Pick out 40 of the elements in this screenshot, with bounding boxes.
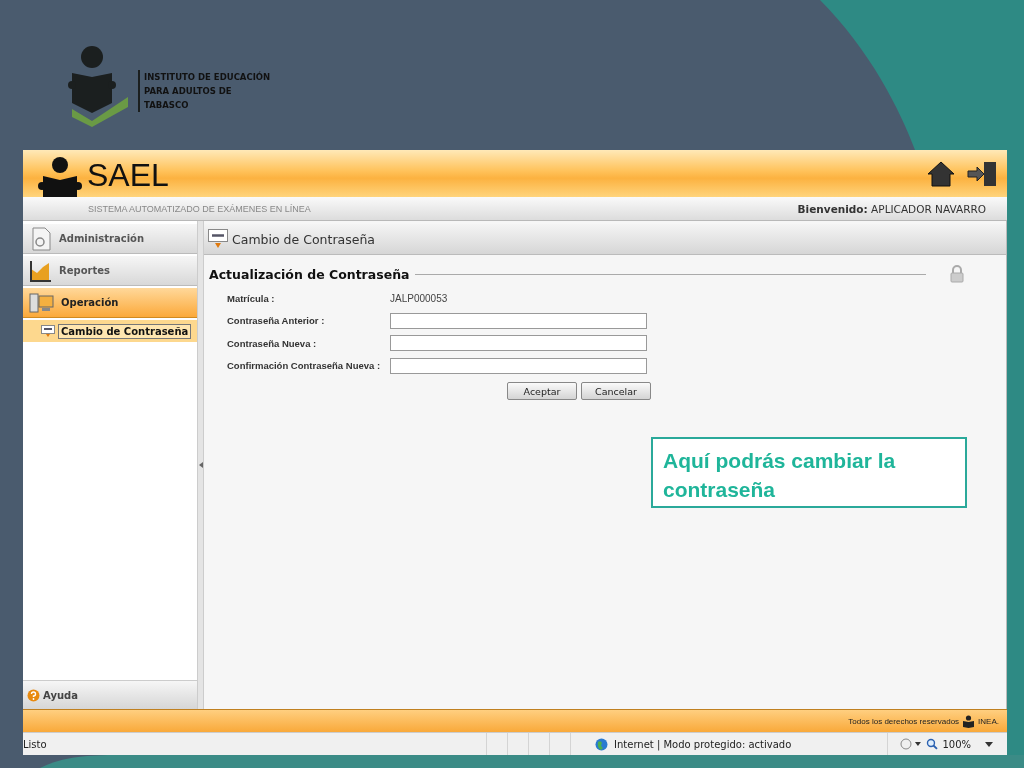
submenu-item[interactable]: Cambio de Contraseña <box>58 323 192 339</box>
computers-icon <box>29 291 55 314</box>
security-zone-text: Internet | Modo protegido: activado <box>614 738 793 750</box>
chart-icon <box>29 258 53 283</box>
password-field[interactable] <box>390 335 647 352</box>
form-button[interactable]: Cancelar <box>581 382 651 400</box>
field-label: Confirmación Contraseña Nueva : <box>227 360 382 372</box>
field-label: Contraseña Anterior : <box>227 315 326 327</box>
callout-note: Aquí podrás cambiar la contraseña <box>651 437 967 508</box>
field-value: JALP000053 <box>390 292 448 304</box>
help-section[interactable]: Ayuda <box>23 680 197 709</box>
lock-icon <box>950 265 964 283</box>
text-tag-icon <box>41 325 55 337</box>
help-icon <box>27 688 40 702</box>
zoom-icon <box>926 738 939 750</box>
app-name: SAEL <box>87 157 169 192</box>
collapse-arrow-icon[interactable] <box>198 462 203 468</box>
page-title: Cambio de Contraseña <box>232 231 375 247</box>
exit-door-icon[interactable] <box>967 160 997 187</box>
organization-name: INSTITUTO DE EDUCACIÓN PARA ADULTOS DE TABASCO <box>138 69 271 112</box>
sidebar-section[interactable]: Operación <box>23 288 197 318</box>
sidebar-section[interactable]: Reportes <box>23 256 197 286</box>
app-subtitle: SISTEMA AUTOMATIZADO DE EXÁMENES EN LÍNEA <box>88 203 311 214</box>
password-field[interactable] <box>390 312 647 329</box>
status-text: Listo <box>23 738 48 750</box>
brand-text: INEA. <box>978 716 999 726</box>
password-field[interactable] <box>390 357 647 374</box>
form-button[interactable]: Aceptar <box>507 382 577 400</box>
caret-icon[interactable] <box>985 741 993 747</box>
home-icon[interactable] <box>927 160 955 187</box>
reader-logo-icon <box>962 714 976 728</box>
field-label: Contraseña Nueva : <box>227 337 318 349</box>
copyright-text: Todos los derechos reservados <box>848 716 960 726</box>
text-tag-icon <box>208 229 228 249</box>
welcome-text: Bienvenido: APLICADOR NAVARRO <box>797 202 986 215</box>
field-label: Matrícula : <box>227 292 276 304</box>
sidebar-section[interactable]: Administración <box>23 224 197 254</box>
globe-icon <box>595 737 609 751</box>
section-title: Actualización de Contraseña <box>209 266 410 282</box>
zoom-level[interactable]: 100% <box>942 738 971 750</box>
